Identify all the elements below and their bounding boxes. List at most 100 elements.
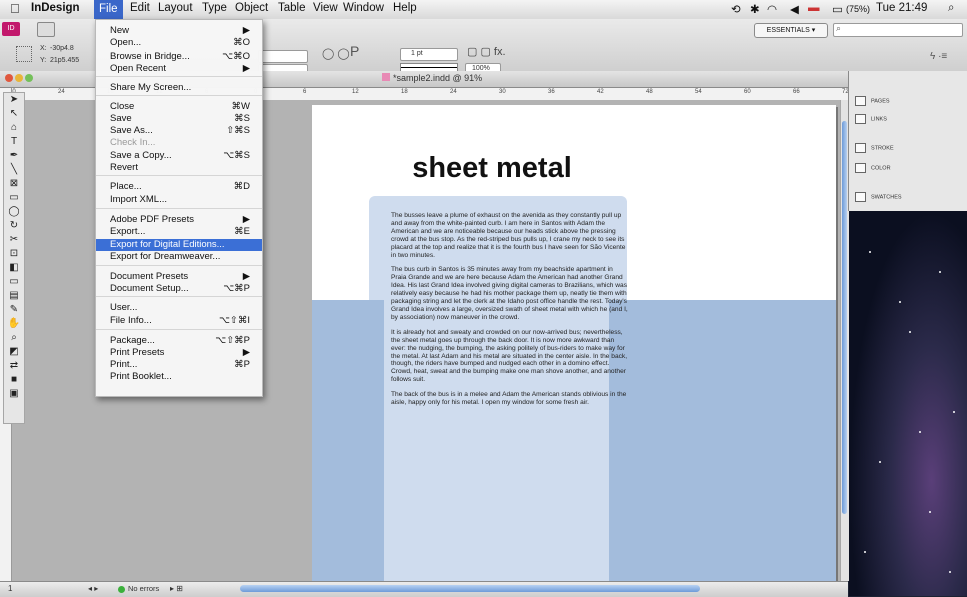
x-field[interactable]: -30p4.8 [50,45,74,52]
bridge-icon[interactable] [37,22,55,37]
file-menu-item[interactable]: Open... ⌘O [110,37,250,49]
stroke-weight-field[interactable]: 1 pt [400,48,458,61]
menu-item-shortcut: ⌘W [231,101,250,112]
direct-selection-tool-icon[interactable]: ↖ [4,107,24,121]
minimize-window-icon[interactable] [15,74,23,82]
menu-separator [96,76,262,77]
gradient-feather-icon[interactable]: ▭ [4,275,24,289]
menu-app[interactable]: InDesign [31,2,80,14]
file-menu-item[interactable]: Open Recent ▶ [110,63,250,75]
lightning-icon[interactable]: ϟ ·≡ [930,51,947,62]
file-menu-item[interactable]: Print Booklet... [110,371,250,383]
panel-pages[interactable]: PAGES [855,96,890,106]
file-menu-item[interactable]: Document Presets ▶ [110,271,250,283]
spotlight-icon[interactable]: ⌕ [948,2,954,15]
hand-tool-icon[interactable]: ✋ [4,317,24,331]
flag-icon[interactable]: ▬ [808,2,820,14]
panel-swatches[interactable]: SWATCHES [855,192,902,202]
zoom-tool-icon[interactable]: ⌕ [4,331,24,345]
workspace-switcher[interactable]: ESSENTIALS ▾ [754,23,828,38]
text-style-icon[interactable]: P [350,43,359,59]
file-menu-item[interactable]: Save ⌘S [110,113,250,125]
menu-item-label: Print Booklet... [110,371,172,382]
rotation-field[interactable] [258,50,308,63]
gradient-tool-icon[interactable]: ◧ [4,261,24,275]
apple-menu-icon[interactable]:  [10,1,20,16]
battery-icon[interactable]: ▭ [832,2,843,16]
menu-file[interactable]: File [94,0,123,19]
type-tool-icon[interactable]: T [4,135,24,149]
document-tab[interactable]: *sample2.indd @ 91% [382,73,482,83]
zoom-window-icon[interactable] [25,74,33,82]
menu-layout[interactable]: Layout [158,2,193,14]
y-field[interactable]: 21p5.455 [50,57,79,64]
file-menu-item[interactable]: Import XML... [110,194,250,206]
file-menu-item[interactable]: Print Presets ▶ [110,347,250,359]
file-menu-item[interactable]: Revert [110,162,250,174]
horizontal-scroll-thumb[interactable] [240,585,700,592]
rectangle-tool-icon[interactable]: ▭ [4,191,24,205]
file-menu-item[interactable]: Export for Digital Editions... [96,239,262,251]
bluetooth-icon[interactable]: ✱ [750,2,760,16]
menu-edit[interactable]: Edit [130,2,150,14]
file-menu-item[interactable]: New ▶ [110,25,250,37]
file-menu-item[interactable]: User... [110,302,250,314]
story-text-frame[interactable]: The busses leave a plume of exhaust on t… [391,212,629,414]
volume-icon[interactable]: ◀ [790,2,799,16]
menu-table[interactable]: Table [278,2,306,14]
rotate-tool-icon[interactable]: ↻ [4,219,24,233]
reference-point-icon[interactable] [16,46,32,62]
file-menu-item[interactable]: Browse in Bridge... ⌥⌘O [110,51,250,63]
file-menu-item[interactable]: File Info... ⌥⇧⌘I [110,315,250,327]
menu-window[interactable]: Window [343,2,384,14]
line-tool-icon[interactable]: ╲ [4,163,24,177]
frame-tool-icon[interactable]: ⊠ [4,177,24,191]
pen-tool-icon[interactable]: ✒ [4,149,24,163]
file-menu-item[interactable]: Package... ⌥⇧⌘P [110,335,250,347]
panel-color[interactable]: COLOR [855,163,891,173]
formatting-icon[interactable]: ■ [4,373,24,387]
search-input[interactable] [833,23,963,37]
headline[interactable]: sheet metal [312,152,672,185]
rotate-icon[interactable]: ◯ ◯ [322,47,350,60]
file-menu-item[interactable]: Adobe PDF Presets ▶ [110,214,250,226]
menu-help[interactable]: Help [393,2,417,14]
panel-links[interactable]: LINKS [855,114,887,124]
left-blue-frame[interactable] [312,300,384,581]
wifi-icon[interactable]: ◠ [767,2,777,16]
right-blue-frame[interactable] [609,300,836,581]
selection-tool-icon[interactable]: ➤ [4,93,24,107]
menu-type[interactable]: Type [202,2,227,14]
page-nav-icon[interactable]: ◂ ▸ [88,584,98,593]
menu-object[interactable]: Object [235,2,268,14]
close-window-icon[interactable] [5,74,13,82]
page-tool-icon[interactable]: ⌂ [4,121,24,135]
file-menu-item[interactable]: Export for Dreamweaver... [110,251,250,263]
eyedropper-tool-icon[interactable]: ✎ [4,303,24,317]
file-menu-item[interactable]: Save As... ⇧⌘S [110,125,250,137]
file-menu-item[interactable]: Close ⌘W [110,101,250,113]
file-menu-item[interactable]: Share My Screen... [110,82,250,94]
clock[interactable]: Tue 21:49 [876,2,927,14]
panel-stroke[interactable]: STROKE [855,143,894,153]
fill-stroke-icon[interactable]: ◩ [4,345,24,359]
preflight-status[interactable]: No errors [128,584,159,593]
open-page-icon[interactable]: ▸ ⊞ [170,584,183,593]
transform-tool-icon[interactable]: ⊡ [4,247,24,261]
file-menu-item[interactable]: Export... ⌘E [110,226,250,238]
file-menu-item[interactable]: Save a Copy... ⌥⌘S [110,150,250,162]
file-menu-item[interactable]: Print... ⌘P [110,359,250,371]
time-machine-icon[interactable]: ⟲ [731,2,741,16]
page-number-field[interactable]: 1 [8,584,12,593]
ruler-tick-label: 6 [303,89,307,95]
swap-colors-icon[interactable]: ⇄ [4,359,24,373]
ellipse-tool-icon[interactable]: ◯ [4,205,24,219]
screen-mode-icon[interactable]: ▣ [4,387,24,401]
file-menu-item[interactable]: Place... ⌘D [110,181,250,193]
fx-icon[interactable]: ▢ ▢ fx. [467,45,506,58]
vertical-scroll-thumb[interactable] [842,121,847,514]
note-tool-icon[interactable]: ▤ [4,289,24,303]
scissors-tool-icon[interactable]: ✂ [4,233,24,247]
menu-view[interactable]: View [313,2,338,14]
file-menu-item[interactable]: Document Setup... ⌥⌘P [110,283,250,295]
